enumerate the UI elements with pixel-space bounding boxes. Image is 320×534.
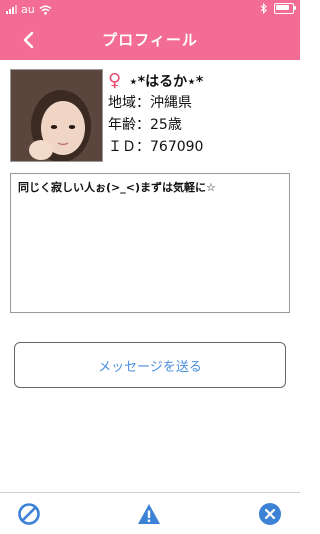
profile-info: ♀ ⋆*はるか⋆* 地域：沖縄県 年齢：25歳 ＩＤ：767090 <box>108 70 293 158</box>
signal-icon <box>6 5 17 14</box>
wifi-icon <box>39 5 52 15</box>
carrier-label: au <box>21 3 35 16</box>
profile-message-text: 同じく寂しい人ぉ(>_<)まずは気軽に☆ <box>18 181 216 194</box>
bottom-action-bar <box>0 492 300 534</box>
profile-photo <box>11 70 102 161</box>
battery-icon <box>274 3 296 14</box>
back-button[interactable] <box>10 20 46 60</box>
bluetooth-icon <box>260 3 267 14</box>
profile-name: ⋆*はるか⋆* <box>129 74 204 90</box>
female-icon: ♀ <box>108 70 122 91</box>
nav-bar: プロフィール <box>0 20 300 60</box>
profile-region: 地域：沖縄県 <box>108 95 192 111</box>
send-message-label: メッセージを送る <box>98 359 202 375</box>
profile-avatar <box>10 69 103 162</box>
profile-age: 年齢：25歳 <box>108 117 182 133</box>
profile-id: ＩＤ：767090 <box>108 139 204 155</box>
report-icon[interactable] <box>137 502 161 526</box>
status-bar: au <box>0 0 300 20</box>
profile-message: 同じく寂しい人ぉ(>_<)まずは気軽に☆ <box>10 173 290 313</box>
block-icon[interactable] <box>17 502 41 526</box>
chevron-left-icon <box>23 31 34 49</box>
send-message-button[interactable]: メッセージを送る <box>14 342 286 388</box>
name-row: ♀ ⋆*はるか⋆* <box>108 70 293 92</box>
close-icon[interactable] <box>258 502 282 526</box>
